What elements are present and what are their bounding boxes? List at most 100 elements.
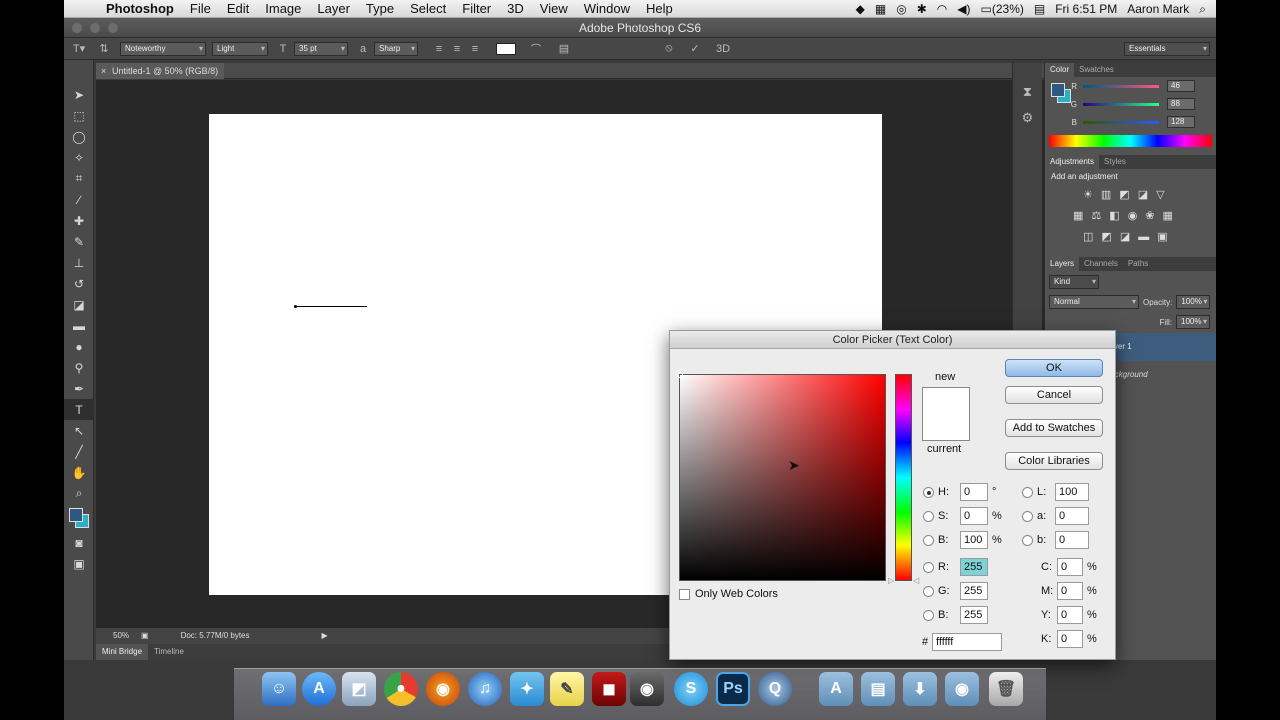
hue-input[interactable]: 0 [960, 483, 988, 501]
user-name[interactable]: Aaron Mark [1127, 0, 1189, 18]
red-input[interactable]: 255 [960, 558, 988, 576]
tab-channels[interactable]: Channels [1079, 257, 1123, 271]
sync-icon[interactable]: ◎ [896, 0, 906, 18]
red-value[interactable]: 46 [1167, 80, 1195, 92]
folder-icon[interactable]: ◉ [945, 672, 979, 706]
green-radio[interactable] [923, 585, 934, 597]
type-tool-icon[interactable]: T [64, 399, 94, 420]
color-spectrum-bar[interactable] [1049, 135, 1212, 147]
lightness-radio[interactable] [1022, 486, 1033, 498]
quick-mask-icon[interactable]: ◙ [64, 532, 94, 553]
eyedropper-tool-icon[interactable]: ∕ [64, 189, 94, 210]
color-field[interactable] [677, 372, 886, 581]
layer-kind-filter[interactable]: Kind [1049, 275, 1099, 289]
battery-icon[interactable]: ▭(23%) [981, 0, 1024, 18]
saturation-radio[interactable] [923, 510, 934, 522]
align-right-icon[interactable]: ≡ [466, 43, 484, 55]
firefox-icon[interactable]: ◉ [426, 672, 460, 706]
yellow-input[interactable]: 0 [1057, 606, 1083, 624]
hue-slider[interactable] [895, 374, 912, 581]
foreground-color-swatch[interactable] [69, 508, 83, 522]
menu-select[interactable]: Select [402, 0, 454, 18]
green-slider[interactable] [1083, 102, 1159, 106]
gradient-tool-icon[interactable]: ▬ [64, 315, 94, 336]
hue-sat-icon[interactable]: ▦ [1073, 209, 1083, 222]
crop-tool-icon[interactable]: ⌗ [64, 168, 94, 189]
vibrance-icon[interactable]: ▽ [1156, 188, 1164, 201]
marquee-tool-icon[interactable]: ⬚ [64, 105, 94, 126]
menu-3d[interactable]: 3D [499, 0, 532, 18]
hex-input[interactable]: ffffff [932, 633, 1002, 651]
tab-swatches[interactable]: Swatches [1074, 63, 1119, 77]
posterize-icon[interactable]: ◩ [1101, 230, 1111, 243]
quicktime-icon[interactable]: Q [758, 672, 792, 706]
clock[interactable]: Fri 6:51 PM [1055, 0, 1117, 18]
cancel-edit-icon[interactable]: ⦸ [656, 42, 682, 55]
close-tab-icon[interactable]: × [101, 63, 106, 79]
close-window-icon[interactable] [72, 23, 82, 33]
photo-filter-icon[interactable]: ◉ [1128, 209, 1138, 222]
warp-text-icon[interactable]: ⌒ [522, 41, 550, 57]
export-icon[interactable]: ▣ [141, 628, 149, 644]
screen-mode-icon[interactable]: ▣ [64, 553, 94, 574]
exposure-icon[interactable]: ◪ [1138, 188, 1148, 201]
invert-icon[interactable]: ◫ [1083, 230, 1093, 243]
preview-icon[interactable]: ◩ [342, 672, 376, 706]
brightness-icon[interactable]: ☀ [1083, 188, 1093, 201]
red-slider[interactable] [1083, 84, 1159, 88]
menu-type[interactable]: Type [358, 0, 402, 18]
menu-filter[interactable]: Filter [454, 0, 499, 18]
pen-tool-icon[interactable]: ✒ [64, 378, 94, 399]
twitter-icon[interactable]: ✦ [510, 672, 544, 706]
a-input[interactable]: 0 [1055, 507, 1089, 525]
wifi-icon[interactable]: ◠ [937, 0, 947, 18]
calendar-icon[interactable]: ▦ [875, 0, 886, 18]
stickies-icon[interactable]: ✎ [550, 672, 584, 706]
hue-slider-right-arrow[interactable]: ◁ [913, 576, 919, 585]
color-balance-icon[interactable]: ⚖ [1091, 209, 1101, 222]
menu-help[interactable]: Help [638, 0, 681, 18]
green-value[interactable]: 88 [1167, 98, 1195, 110]
b-input[interactable]: 0 [1055, 531, 1089, 549]
bw-icon[interactable]: ◧ [1109, 209, 1119, 222]
documents-folder-icon[interactable]: ▤ [861, 672, 895, 706]
tab-timeline[interactable]: Timeline [148, 644, 190, 660]
red-radio[interactable] [923, 561, 934, 573]
eraser-tool-icon[interactable]: ◪ [64, 294, 94, 315]
healing-brush-tool-icon[interactable]: ✚ [64, 210, 94, 231]
app-store-icon[interactable]: A [302, 672, 336, 706]
ok-button[interactable]: OK [1005, 359, 1103, 377]
brightness-input[interactable]: 100 [960, 531, 988, 549]
color-libraries-button[interactable]: Color Libraries [1005, 452, 1103, 470]
spotlight-icon[interactable]: ⌕ [1199, 0, 1206, 18]
text-color-swatch[interactable] [496, 42, 516, 55]
brush-tool-icon[interactable]: ✎ [64, 231, 94, 252]
text-orientation-icon[interactable]: ⇅ [94, 42, 114, 55]
fill-value[interactable]: 100% [1176, 315, 1210, 329]
workspace-select[interactable]: Essentials [1124, 41, 1210, 56]
a-radio[interactable] [1022, 510, 1033, 522]
color-field-marker[interactable] [677, 372, 683, 378]
align-left-icon[interactable]: ≡ [430, 43, 448, 55]
levels-icon[interactable]: ▥ [1101, 188, 1111, 201]
zoom-level[interactable]: 50% [113, 628, 129, 644]
flag-icon[interactable]: ▤ [1034, 0, 1045, 18]
font-style-select[interactable]: Light [212, 41, 268, 56]
properties-panel-icon[interactable]: ⚙ [1013, 105, 1042, 131]
history-panel-icon[interactable]: ⧗ [1013, 79, 1042, 105]
brightness-radio[interactable] [923, 534, 934, 546]
commit-edit-icon[interactable]: ✓ [682, 42, 708, 55]
align-center-icon[interactable]: ≡ [448, 43, 466, 55]
hand-tool-icon[interactable]: ✋ [64, 462, 94, 483]
dodge-tool-icon[interactable]: ⚲ [64, 357, 94, 378]
bluetooth-icon[interactable]: ✱ [917, 0, 927, 18]
3d-icon[interactable]: 3D [708, 43, 738, 55]
tab-paths[interactable]: Paths [1123, 257, 1153, 271]
black-input[interactable]: 0 [1057, 630, 1083, 648]
zoom-tool-icon[interactable]: ⌕ [64, 483, 94, 504]
status-menu-icon[interactable]: ▶ [322, 628, 328, 644]
tab-layers[interactable]: Layers [1045, 257, 1080, 271]
menu-view[interactable]: View [532, 0, 576, 18]
menu-image[interactable]: Image [257, 0, 309, 18]
blue-radio[interactable] [923, 609, 934, 621]
